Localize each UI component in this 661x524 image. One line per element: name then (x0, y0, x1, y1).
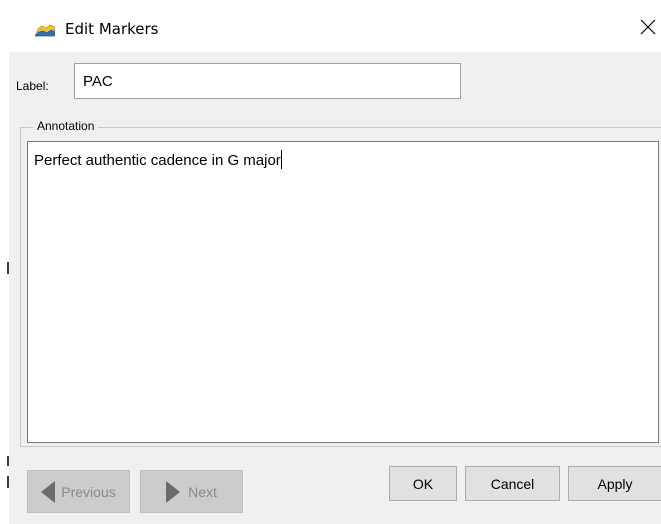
label-input[interactable] (74, 63, 461, 99)
previous-button-label: Previous (61, 483, 116, 500)
text-caret (280, 150, 282, 169)
edge-marker (7, 476, 9, 488)
annotation-text: Perfect authentic cadence in G major (34, 152, 281, 169)
ok-button[interactable]: OK (389, 466, 457, 501)
arrow-left-icon (41, 480, 56, 503)
edit-markers-dialog: Edit Markers Label: Annotation Perfect a… (0, 0, 661, 524)
annotation-textarea[interactable]: Perfect authentic cadence in G major (27, 141, 659, 443)
next-button-label: Next (188, 483, 217, 500)
previous-button[interactable]: Previous (27, 470, 130, 513)
ok-button-label: OK (412, 475, 434, 492)
chart-area-icon (34, 23, 56, 37)
next-button[interactable]: Next (140, 470, 243, 513)
apply-button-label: Apply (597, 475, 633, 492)
cancel-button[interactable]: Cancel (465, 466, 560, 501)
apply-button[interactable]: Apply (568, 466, 661, 501)
left-window-edge (0, 0, 9, 524)
title-bar: Edit Markers (9, 0, 661, 52)
label-field-label: Label: (16, 79, 49, 93)
close-icon (640, 19, 656, 40)
edge-marker (7, 262, 9, 274)
arrow-right-icon (166, 480, 181, 503)
annotation-legend: Annotation (33, 119, 99, 133)
edge-marker (7, 456, 9, 466)
cancel-button-label: Cancel (490, 475, 535, 492)
close-button[interactable] (631, 12, 661, 46)
window-title: Edit Markers (65, 20, 159, 38)
